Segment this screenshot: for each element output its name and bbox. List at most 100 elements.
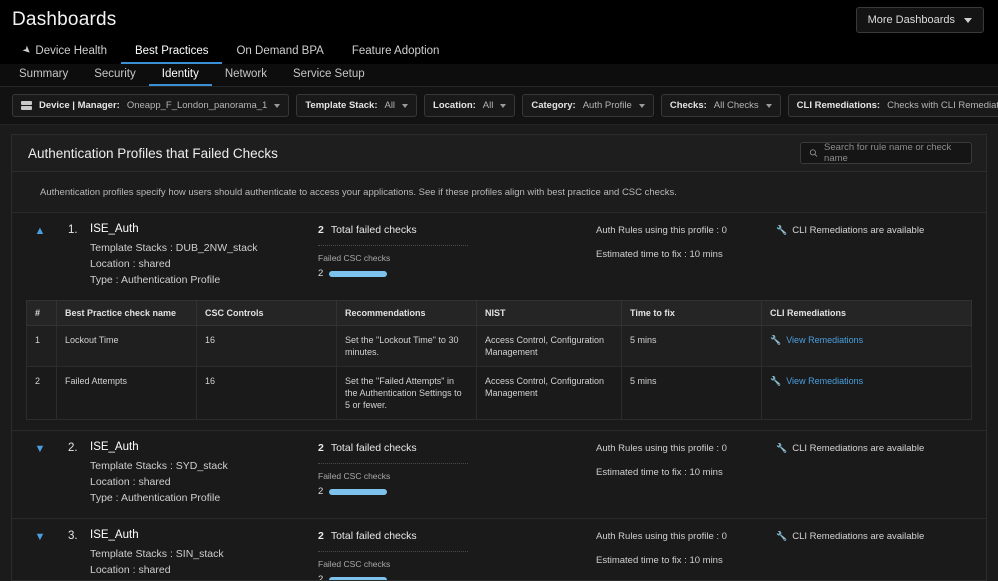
template-stacks-label: Template Stacks :	[90, 548, 176, 560]
device-icon	[21, 101, 32, 111]
profiles-list[interactable]: ▲ 1. ISE_Auth Template Stacks : DUB_2NW_…	[12, 213, 986, 580]
type-value: Authentication Profile	[121, 492, 220, 504]
failed-csc-count: 2	[318, 574, 323, 580]
template-stacks-label: Template Stacks :	[90, 242, 176, 254]
card-header: Authentication Profiles that Failed Chec…	[12, 135, 986, 172]
profile-location: Location : shared	[90, 474, 318, 490]
search-input[interactable]: Search for rule name or check name	[800, 142, 972, 164]
profile-stats: 2 Total failed checks Failed CSC checks …	[318, 223, 596, 288]
cell-csc: 16	[197, 367, 337, 420]
type-label: Type :	[90, 274, 121, 286]
cell-check-name: Failed Attempts	[57, 367, 197, 420]
filter-device-manager-label: Device | Manager:	[39, 100, 120, 111]
filter-category-value: Auth Profile	[583, 100, 632, 111]
cell-nist: Access Control, Configuration Management	[477, 367, 622, 420]
profile-info: ISE_Auth Template Stacks : SYD_stack Loc…	[90, 441, 318, 506]
profile-item: ▲ 1. ISE_Auth Template Stacks : DUB_2NW_…	[12, 213, 986, 431]
col-time-to-fix: Time to fix	[622, 301, 762, 326]
divider	[318, 551, 468, 552]
wrench-icon: 🔧	[776, 225, 787, 288]
profile-index: 1.	[68, 223, 90, 288]
dashboard-page: Dashboards More Dashboards ➤ Device Heal…	[0, 0, 998, 581]
chevron-up-icon[interactable]: ▲	[35, 226, 46, 288]
filter-cli-remediations-label: CLI Remediations:	[797, 100, 880, 111]
chevron-down-icon	[274, 104, 280, 108]
location-label: Location :	[90, 258, 138, 270]
filter-location[interactable]: Location: All	[424, 94, 515, 117]
filter-bar: Device | Manager: Oneapp_F_London_panora…	[0, 87, 998, 125]
profile-summary-row[interactable]: ▼ 3. ISE_Auth Template Stacks : SIN_stac…	[12, 519, 986, 580]
profile-item: ▼ 2. ISE_Auth Template Stacks : SYD_stac…	[12, 431, 986, 519]
tab-device-health-label: Device Health	[35, 46, 107, 58]
chevron-down-icon	[766, 104, 772, 108]
failed-csc-label: Failed CSC checks	[318, 253, 596, 263]
tab-security[interactable]: Security	[81, 69, 149, 87]
col-cli-remediations: CLI Remediations	[762, 301, 972, 326]
wrench-icon: 🔧	[776, 443, 787, 506]
filter-checks[interactable]: Checks: All Checks	[661, 94, 781, 117]
filter-template-stack[interactable]: Template Stack: All	[296, 94, 417, 117]
table-row[interactable]: 1 Lockout Time 16 Set the "Lockout Time"…	[27, 326, 972, 367]
failed-csc-progress-bar	[329, 489, 387, 495]
expand-toggle-cell: ▼	[12, 441, 68, 506]
profile-summary-row[interactable]: ▲ 1. ISE_Auth Template Stacks : DUB_2NW_…	[12, 213, 986, 300]
card-title: Authentication Profiles that Failed Chec…	[28, 146, 278, 161]
cell-csc: 16	[197, 326, 337, 367]
tab-service-setup[interactable]: Service Setup	[280, 69, 378, 87]
failed-csc-bar-row: 2	[318, 486, 596, 497]
estimated-time-to-fix: Estimated time to fix : 10 mins	[596, 555, 776, 566]
tab-on-demand-bpa[interactable]: On Demand BPA	[222, 46, 337, 65]
filter-category-label: Category:	[531, 100, 575, 111]
cell-check-name: Lockout Time	[57, 326, 197, 367]
tab-network[interactable]: Network	[212, 69, 280, 87]
view-remediations-link[interactable]: 🔧 View Remediations	[770, 375, 963, 387]
failed-checks-card: Authentication Profiles that Failed Chec…	[11, 134, 987, 581]
profile-type: Type : Authentication Profile	[90, 272, 318, 288]
profile-summary-row[interactable]: ▼ 2. ISE_Auth Template Stacks : SYD_stac…	[12, 431, 986, 518]
tab-identity[interactable]: Identity	[149, 69, 212, 87]
filter-template-stack-label: Template Stack:	[305, 100, 377, 111]
total-failed-count: 2	[318, 530, 324, 542]
col-recommendations: Recommendations	[337, 301, 477, 326]
wrench-icon: 🔧	[770, 375, 781, 387]
cli-available-note: 🔧 CLI Remediations are available	[776, 223, 986, 288]
total-failed-label: Total failed checks	[331, 442, 417, 454]
failed-csc-label: Failed CSC checks	[318, 559, 596, 569]
profile-right-meta: Auth Rules using this profile : 0 Estima…	[596, 441, 776, 506]
profile-location: Location : shared	[90, 256, 318, 272]
filter-cli-remediations[interactable]: CLI Remediations: Checks with CLI Remedi…	[788, 94, 998, 117]
divider	[318, 245, 468, 246]
total-failed-checks: 2 Total failed checks	[318, 224, 596, 236]
filter-cli-remediations-value: Checks with CLI Remediations	[887, 100, 998, 111]
tab-feature-adoption[interactable]: Feature Adoption	[338, 46, 454, 65]
auth-rules-count: Auth Rules using this profile : 0	[596, 443, 776, 454]
type-label: Type :	[90, 492, 121, 504]
col-csc-controls: CSC Controls	[197, 301, 337, 326]
profile-stats: 2 Total failed checks Failed CSC checks …	[318, 529, 596, 580]
type-value: Authentication Profile	[121, 274, 220, 286]
tab-summary[interactable]: Summary	[6, 69, 81, 87]
cell-num: 2	[27, 367, 57, 420]
filter-template-stack-value: All	[384, 100, 395, 111]
chevron-down-icon[interactable]: ▼	[35, 444, 46, 506]
profile-name: ISE_Auth	[90, 223, 318, 235]
total-failed-checks: 2 Total failed checks	[318, 530, 596, 542]
expand-toggle-cell: ▼	[12, 529, 68, 580]
tab-best-practices[interactable]: Best Practices	[121, 46, 223, 65]
chevron-down-icon[interactable]: ▼	[35, 532, 46, 580]
filter-category[interactable]: Category: Auth Profile	[522, 94, 653, 117]
location-label: Location :	[90, 476, 138, 488]
table-row[interactable]: 2 Failed Attempts 16 Set the "Failed Att…	[27, 367, 972, 420]
view-remediations-link[interactable]: 🔧 View Remediations	[770, 334, 963, 346]
more-dashboards-button[interactable]: More Dashboards	[856, 7, 984, 33]
cell-time: 5 mins	[622, 367, 762, 420]
filter-device-manager[interactable]: Device | Manager: Oneapp_F_London_panora…	[12, 94, 289, 117]
filter-location-label: Location:	[433, 100, 476, 111]
pin-icon: ➤	[20, 45, 33, 58]
expand-toggle-cell: ▲	[12, 223, 68, 288]
cli-available-label: CLI Remediations are available	[792, 531, 924, 580]
tab-device-health[interactable]: ➤ Device Health	[8, 46, 121, 65]
table-header-row: # Best Practice check name CSC Controls …	[27, 301, 972, 326]
cell-recommendation: Set the "Failed Attempts" in the Authent…	[337, 367, 477, 420]
col-check-name: Best Practice check name	[57, 301, 197, 326]
